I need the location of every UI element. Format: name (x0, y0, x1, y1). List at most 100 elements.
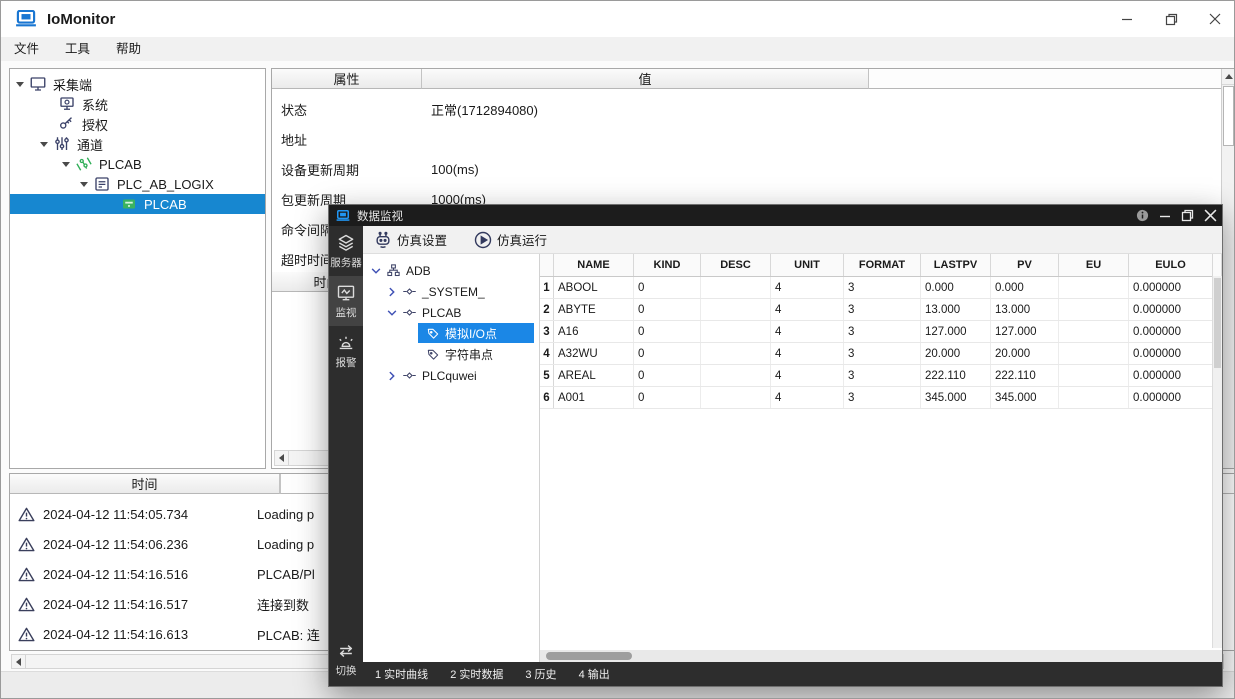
table-row[interactable]: 5 AREAL 0 4 3 222.110 222.110 0.000000 1… (540, 365, 1222, 387)
dlg-tree-item-system[interactable]: _SYSTEM_ (363, 281, 539, 302)
col-desc[interactable]: DESC (701, 254, 771, 276)
sidebar-item-switch[interactable]: 切换 (329, 635, 363, 686)
dlg-tree-item-plcquwei[interactable]: PLCquwei (363, 365, 539, 386)
restore-button[interactable] (1160, 8, 1182, 30)
info-icon[interactable] (1136, 209, 1149, 222)
col-kind[interactable]: KIND (634, 254, 701, 276)
table-row[interactable]: 6 A001 0 4 3 345.000 345.000 0.000000 10 (540, 387, 1222, 409)
log-message: Loading p (257, 507, 314, 522)
cell-eulo: 0.000000 (1129, 365, 1213, 386)
tree-item-label: PLC_AB_LOGIX (117, 177, 214, 192)
cell-kind: 0 (634, 365, 701, 386)
property-row[interactable]: 状态正常(1712894080) (272, 94, 1222, 124)
cell-unit: 4 (771, 365, 844, 386)
dlg-tree-item-string-points[interactable]: 字符串点 (363, 344, 539, 365)
close-button[interactable] (1204, 8, 1226, 30)
menu-help[interactable]: 帮助 (103, 37, 154, 61)
table-row[interactable]: 2 ABYTE 0 4 3 13.000 13.000 0.000000 10 (540, 299, 1222, 321)
property-row[interactable]: 设备更新周期100(ms) (272, 154, 1222, 184)
dialog-close-button[interactable] (1204, 209, 1217, 222)
property-row[interactable]: 地址 (272, 124, 1222, 154)
tab-history[interactable]: 3 历史 (525, 666, 556, 682)
sim-settings-button[interactable]: 仿真设置 (373, 230, 447, 250)
sidebar-label: 切换 (336, 663, 357, 678)
chevron-down-icon[interactable] (370, 265, 382, 277)
dialog-tree-panel: ADB _SYSTEM_ PLCAB 模拟I/O点 字 (363, 254, 540, 662)
chevron-down-icon[interactable] (386, 307, 398, 319)
hscroll-thumb[interactable] (546, 652, 632, 660)
table-hscrollbar[interactable] (540, 650, 1222, 662)
dialog-title: 数据监视 (357, 208, 403, 224)
dlg-tree-item-plcab[interactable]: PLCAB (363, 302, 539, 323)
warning-icon (18, 627, 35, 642)
tree-item-plcab-device-selected[interactable]: PLCAB (10, 194, 265, 214)
col-pv[interactable]: PV (991, 254, 1059, 276)
menu-file[interactable]: 文件 (1, 37, 52, 61)
expand-arrow-icon[interactable] (16, 82, 24, 87)
sidebar-item-server[interactable]: 服务器 (329, 226, 363, 276)
cell-desc (701, 343, 771, 364)
tree-item-plcab-channel[interactable]: PLCAB (10, 154, 265, 174)
cell-eu (1059, 387, 1129, 408)
dialog-toolbar: 仿真设置 仿真运行 (363, 226, 1222, 254)
vscroll-thumb[interactable] (1223, 86, 1234, 146)
log-time: 2024-04-12 11:54:16.517 (43, 597, 188, 612)
dlg-tree-label: 字符串点 (445, 346, 493, 363)
sidebar-item-alarm[interactable]: 报警 (329, 326, 363, 376)
tab-realtime-curve[interactable]: 1 实时曲线 (375, 666, 428, 682)
scroll-left-icon[interactable] (12, 655, 26, 668)
log-message: PLCAB: 连 (257, 625, 320, 644)
expand-arrow-icon[interactable] (80, 182, 88, 187)
tree-item-channel[interactable]: 通道 (10, 134, 265, 154)
tab-output[interactable]: 4 输出 (579, 666, 610, 682)
cell-pv: 0.000 (991, 277, 1059, 298)
property-header-value[interactable]: 值 (422, 69, 869, 89)
property-header-attr[interactable]: 属性 (272, 69, 422, 89)
table-row[interactable]: 4 A32WU 0 4 3 20.000 20.000 0.000000 10 (540, 343, 1222, 365)
table-row[interactable]: 1 ABOOL 0 4 3 0.000 0.000 0.000000 10 (540, 277, 1222, 299)
tab-realtime-data[interactable]: 2 实时数据 (450, 666, 503, 682)
table-vscrollbar[interactable] (1212, 276, 1222, 648)
cell-unit: 4 (771, 387, 844, 408)
cell-lastpv: 345.000 (921, 387, 991, 408)
expand-arrow-icon[interactable] (40, 142, 48, 147)
tree-item-system[interactable]: 系统 (10, 94, 265, 114)
col-eu[interactable]: EU (1059, 254, 1129, 276)
scroll-up-icon[interactable] (1222, 69, 1235, 85)
cell-desc (701, 365, 771, 386)
property-vscrollbar[interactable] (1221, 69, 1235, 468)
cell-eu (1059, 365, 1129, 386)
scroll-left-icon[interactable] (275, 451, 289, 465)
expand-arrow-icon[interactable] (62, 162, 70, 167)
vscroll-thumb[interactable] (1214, 278, 1221, 368)
dialog-restore-button[interactable] (1181, 209, 1194, 222)
table-row[interactable]: 3 A16 0 4 3 127.000 127.000 0.000000 10 (540, 321, 1222, 343)
alarm-icon (336, 333, 356, 353)
col-unit[interactable]: UNIT (771, 254, 844, 276)
dlg-tree-item-adb[interactable]: ADB (363, 260, 539, 281)
col-eulo[interactable]: EULO (1129, 254, 1213, 276)
chevron-right-icon[interactable] (386, 286, 398, 298)
cell-kind: 0 (634, 299, 701, 320)
tree-item-plc-ab-logix[interactable]: PLC_AB_LOGIX (10, 174, 265, 194)
sim-run-button[interactable]: 仿真运行 (473, 230, 547, 250)
menu-tools[interactable]: 工具 (52, 37, 103, 61)
tree-item-collector[interactable]: 采集端 (10, 74, 265, 94)
dlg-tree-item-analog-io-selected[interactable]: 模拟I/O点 (363, 323, 539, 344)
tree-item-license[interactable]: 授权 (10, 114, 265, 134)
col-lastpv[interactable]: LASTPV (921, 254, 991, 276)
dialog-minimize-button[interactable] (1159, 210, 1171, 222)
key-icon (58, 115, 76, 133)
chevron-right-icon[interactable] (386, 370, 398, 382)
col-partial (1213, 254, 1222, 276)
sidebar-item-monitor[interactable]: 监视 (329, 276, 363, 326)
sim-settings-label: 仿真设置 (397, 230, 447, 249)
cell-name: AREAL (554, 365, 634, 386)
cell-eu (1059, 343, 1129, 364)
col-name[interactable]: NAME (554, 254, 634, 276)
minimize-button[interactable] (1116, 8, 1138, 30)
prop-label: 设备更新周期 (272, 160, 431, 179)
log-time-header[interactable]: 时间 (10, 474, 280, 494)
col-format[interactable]: FORMAT (844, 254, 921, 276)
warning-icon (18, 507, 35, 522)
